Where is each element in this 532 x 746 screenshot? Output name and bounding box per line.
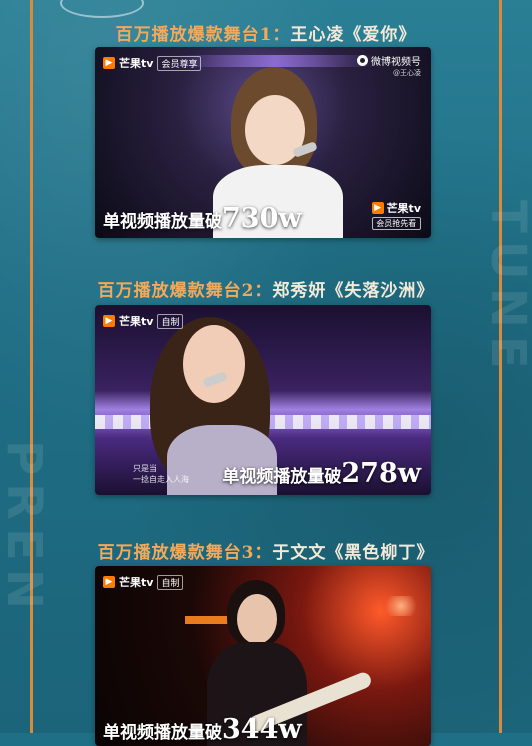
section-title-prefix: 百万播放爆款舞台1： <box>115 25 291 45</box>
stage-lights <box>175 55 375 67</box>
weibo-watermark-text: 微博视频号 <box>371 57 421 68</box>
mango-tv-logo: ▶ 芒果tv 会员尊享 <box>103 55 202 71</box>
play-count-label: 单视频播放量破 <box>222 467 342 487</box>
section-title-2: 百万播放爆款舞台2：郑秀妍《失落沙洲》 <box>0 276 532 301</box>
weibo-watermark: 微博视频号 @王心凌 <box>357 53 421 78</box>
lyrics-line-1: 只是当 <box>133 464 157 473</box>
video-card-3[interactable]: ▶ 芒果tv 自制 单视频播放量破344w <box>95 566 431 746</box>
logo-tag: 自制 <box>157 574 184 590</box>
weibo-icon <box>357 55 368 66</box>
play-count-stat: 单视频播放量破278w <box>222 458 421 489</box>
stage-light <box>381 596 421 616</box>
logo-tag: 自制 <box>157 313 184 329</box>
section-title-prefix: 百万播放爆款舞台3： <box>97 543 273 563</box>
corner-badge: ▶ 芒果tv 会员抢先看 <box>371 200 421 230</box>
play-count-value: 278w <box>341 458 421 489</box>
logo-tag: 会员尊享 <box>157 55 202 71</box>
weibo-watermark-handle: @王心凌 <box>393 69 421 77</box>
section-title-song: 于文文《黑色柳丁》 <box>272 543 435 563</box>
mango-tv-icon: ▶ <box>103 57 115 69</box>
frame-border-left <box>30 0 33 733</box>
mango-tv-logo: ▶ 芒果tv 自制 <box>103 574 184 590</box>
section-title-prefix: 百万播放爆款舞台2： <box>97 281 273 301</box>
performer-face <box>237 594 277 644</box>
mango-tv-icon: ▶ <box>103 576 115 588</box>
section-title-3: 百万播放爆款舞台3：于文文《黑色柳丁》 <box>0 538 532 563</box>
video-card-1[interactable]: ▶ 芒果tv 会员尊享 微博视频号 @王心凌 单视频播放量破730w ▶ 芒果tv… <box>95 47 431 238</box>
lyrics-subtitle: 只是当 一捻自走入人海 <box>133 463 189 485</box>
play-count-value: 730w <box>222 203 302 234</box>
section-title-song: 郑秀妍《失落沙洲》 <box>272 281 435 301</box>
logo-text: 芒果tv <box>119 57 154 70</box>
section-title-song: 王心凌《爱你》 <box>290 25 417 45</box>
logo-text: 芒果tv <box>119 576 154 589</box>
play-count-value: 344w <box>222 714 302 745</box>
play-count-stat: 单视频播放量破730w <box>103 203 302 234</box>
lyrics-line-2: 一捻自走入人海 <box>133 475 189 484</box>
mango-tv-logo: ▶ 芒果tv 自制 <box>103 313 184 329</box>
corner-tag: 会员抢先看 <box>371 217 421 230</box>
play-count-label: 单视频播放量破 <box>103 212 222 232</box>
decorative-letters-left: PREN <box>0 440 52 618</box>
section-title-1: 百万播放爆款舞台1：王心凌《爱你》 <box>0 20 532 45</box>
corner-logo-text: 芒果tv <box>386 202 421 215</box>
logo-text: 芒果tv <box>119 315 154 328</box>
mango-tv-icon: ▶ <box>103 315 115 327</box>
mango-tv-icon: ▶ <box>371 202 384 214</box>
performer-face <box>183 325 245 403</box>
play-count-stat: 单视频播放量破344w <box>103 714 302 745</box>
video-card-2[interactable]: ▶ 芒果tv 自制 只是当 一捻自走入人海 单视频播放量破278w <box>95 305 431 495</box>
play-count-label: 单视频播放量破 <box>103 723 222 743</box>
